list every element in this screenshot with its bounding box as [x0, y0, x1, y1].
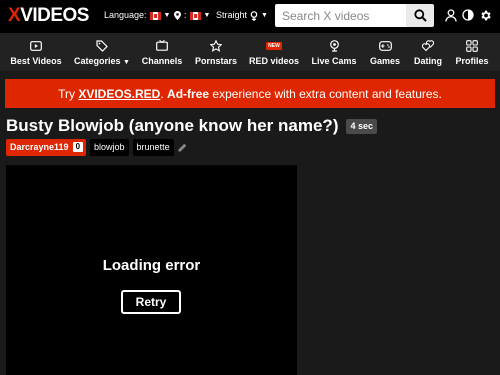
- nav-item-best-videos[interactable]: Best Videos: [10, 33, 62, 71]
- tags-icon: [96, 39, 108, 52]
- orientation-selector[interactable]: Straight ▼: [216, 10, 268, 21]
- search-icon: [413, 9, 427, 22]
- location-pin-icon: [174, 11, 181, 20]
- profiles-icon: [466, 39, 478, 52]
- gamepad-icon: [378, 40, 392, 51]
- dating-icon: [422, 39, 434, 51]
- nav-item-dating[interactable]: Dating: [412, 33, 444, 71]
- user-icon[interactable]: [444, 8, 458, 22]
- nav-item-categories[interactable]: Categories ▼: [74, 33, 130, 71]
- duration-badge: 4 sec: [346, 118, 378, 134]
- video-title-row: Busty Blowjob (anyone know her name?) 4 …: [6, 115, 378, 137]
- nav-item-pornstars[interactable]: Pornstars: [195, 33, 237, 71]
- nav-item-games[interactable]: Games: [368, 33, 402, 71]
- chevron-down-icon: ▼: [163, 12, 171, 19]
- star-icon: [210, 39, 222, 52]
- nav-item-profiles[interactable]: Profiles: [455, 33, 489, 71]
- chevron-down-icon: ▼: [203, 12, 211, 19]
- video-player[interactable]: Loading error Retry: [6, 165, 297, 375]
- main-nav: Best Videos Categories ▼ Channels Pornst…: [0, 33, 500, 71]
- uploader-count-badge: 0: [72, 142, 84, 152]
- canada-flag-icon: [149, 11, 161, 20]
- video-icon: [30, 40, 42, 51]
- gender-symbol-icon: [250, 10, 258, 21]
- location-label: :: [184, 10, 187, 20]
- channel-icon: [156, 40, 168, 51]
- video-tags: Darcrayne119 0 blowjob brunette: [6, 138, 188, 156]
- edit-tags-pencil-icon[interactable]: [178, 142, 188, 152]
- language-label: Language:: [104, 10, 147, 20]
- tag-brunette[interactable]: brunette: [132, 138, 174, 156]
- top-bar: XVIDEOS Language: ▼ : ▼ Straight ▼: [0, 0, 500, 33]
- retry-button[interactable]: Retry: [121, 290, 181, 314]
- contrast-icon[interactable]: [461, 8, 475, 22]
- search-button[interactable]: [406, 4, 434, 27]
- nav-item-channels[interactable]: Channels: [142, 33, 182, 71]
- uploader-link[interactable]: Darcrayne119 0: [6, 138, 87, 156]
- canada-flag-icon: [189, 11, 201, 20]
- language-selector[interactable]: Language: ▼: [104, 10, 170, 21]
- orientation-label: Straight: [216, 10, 248, 20]
- search-input[interactable]: [275, 4, 406, 27]
- site-logo[interactable]: XVIDEOS: [8, 5, 89, 27]
- new-badge: NEW: [266, 41, 282, 50]
- nav-item-live-cams[interactable]: Live Cams: [311, 33, 357, 71]
- webcam-icon: [329, 39, 339, 52]
- page-title: Busty Blowjob (anyone know her name?): [6, 116, 339, 135]
- promo-link[interactable]: XVIDEOS.RED: [78, 87, 160, 101]
- chevron-down-icon: ▼: [123, 59, 130, 66]
- tag-blowjob[interactable]: blowjob: [90, 138, 129, 156]
- nav-item-red-videos[interactable]: NEW RED videos: [249, 33, 299, 71]
- location-selector[interactable]: : ▼: [174, 10, 210, 21]
- chevron-down-icon: ▼: [261, 12, 268, 19]
- promo-banner[interactable]: Try XVIDEOS.RED. Ad-free experience with…: [5, 79, 495, 108]
- gear-icon[interactable]: [478, 8, 492, 22]
- loading-error-message: Loading error: [102, 257, 201, 274]
